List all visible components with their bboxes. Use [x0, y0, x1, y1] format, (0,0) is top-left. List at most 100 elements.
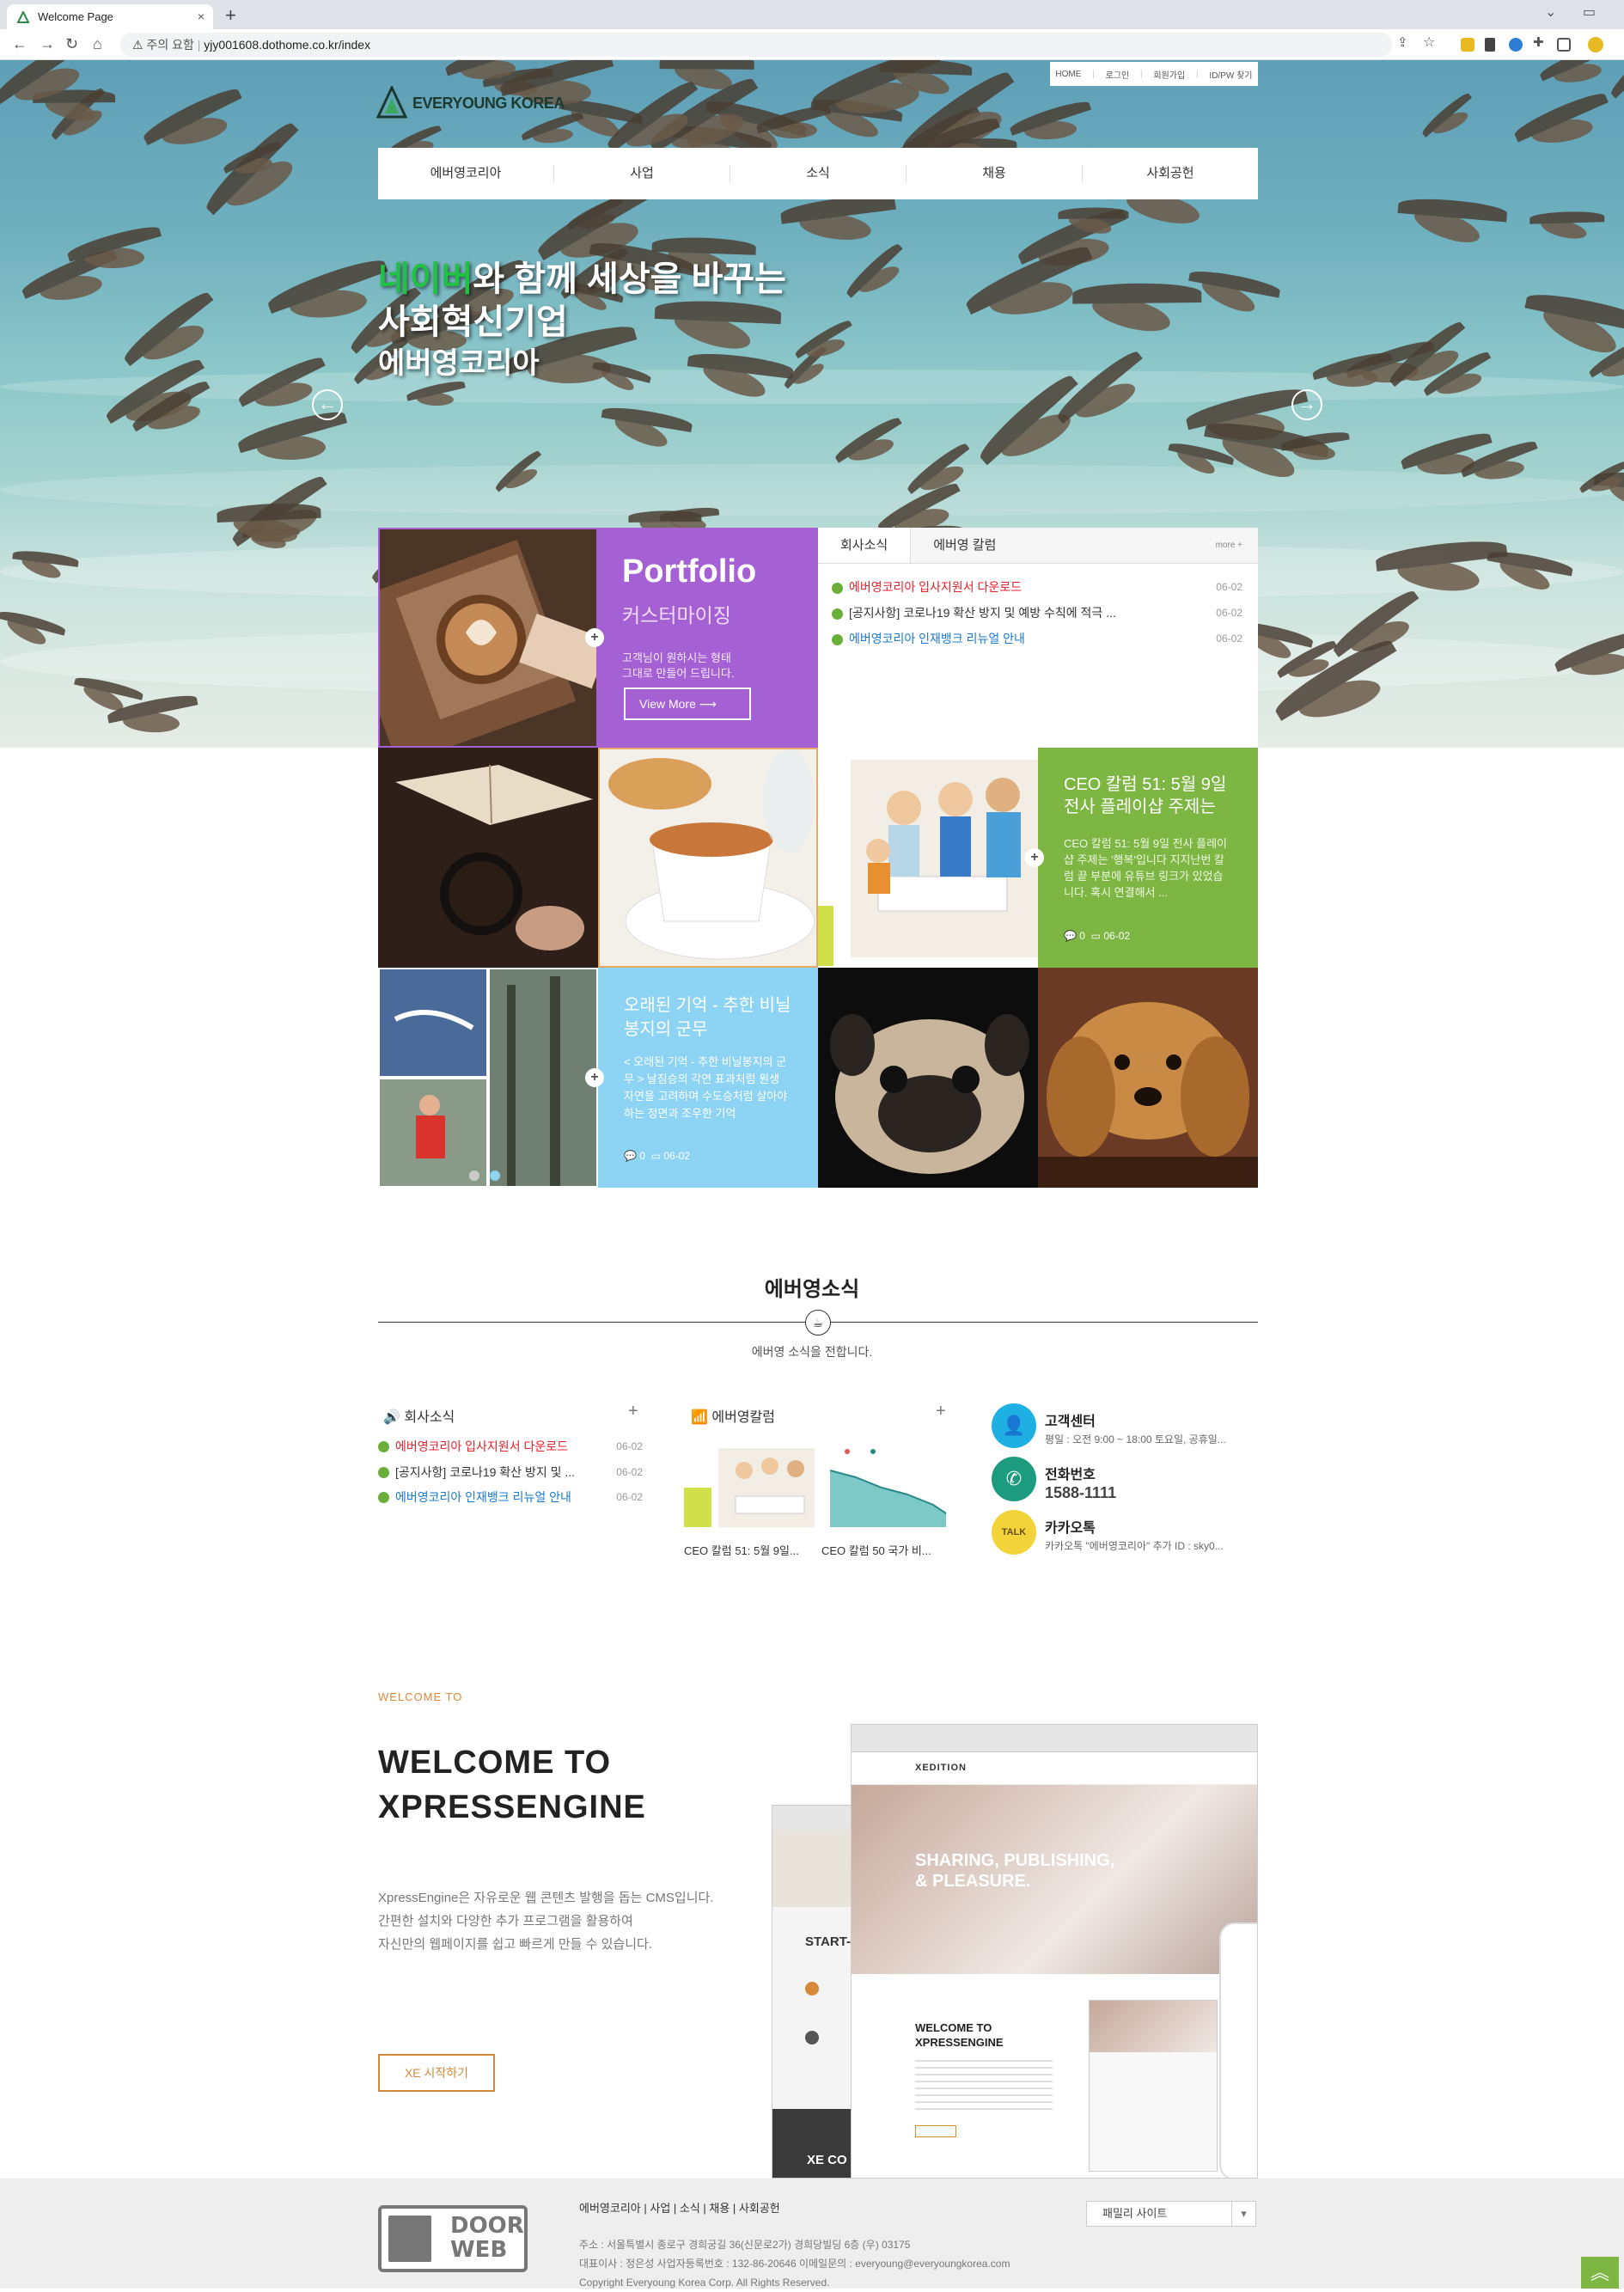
slogan-line2: 사회혁신기업	[378, 303, 568, 341]
comment-icon: 💬	[624, 1150, 637, 1162]
doorweb-logo[interactable]: DOOR WEB	[378, 2205, 528, 2272]
sidebar-icon[interactable]	[1557, 38, 1571, 52]
minimize-icon[interactable]: ⌄	[1545, 3, 1556, 21]
welcome-tag: WELCOME TO	[378, 1690, 463, 1703]
slider-next-button[interactable]: →	[1291, 389, 1322, 420]
extension-icon[interactable]	[1461, 38, 1474, 52]
logo-text: EVERYOUNG KOREA	[412, 94, 565, 112]
more-link[interactable]: more +	[1216, 528, 1258, 563]
nav-item-social[interactable]: 사회공헌	[1083, 165, 1258, 182]
browser-tab[interactable]: Welcome Page ×	[7, 4, 213, 29]
security-label: 주의 요함	[146, 38, 194, 52]
address-bar-row: ← → ↻ ⌂ ⚠ 주의 요함 | yjy001608.dothome.co.k…	[0, 29, 1624, 60]
restore-icon[interactable]: ▭	[1583, 3, 1596, 21]
ceo-column-card[interactable]: CEO 칼럼 51: 5월 9일 전사 플레이샵 주제는 CEO 칼럼 51: …	[1038, 748, 1258, 968]
news-item[interactable]: 에버영코리아 입사지원서 다운로드 06-02	[818, 574, 1258, 600]
section-title: 에버영소식	[764, 1278, 860, 1301]
tab-company-news[interactable]: 회사소식	[818, 528, 912, 563]
utility-links: HOME | 로그인 | 회원가입 | ID/PW 찾기	[1050, 62, 1258, 86]
spaniel-image[interactable]	[1038, 968, 1258, 1188]
column-thumbnail-2[interactable]	[821, 1445, 952, 1527]
list-item[interactable]: [공지사항] 코로나19 확산 방지 및 ... 06-02	[378, 1460, 643, 1484]
share-icon[interactable]: ⇪	[1397, 34, 1411, 50]
portfolio-card[interactable]: Portfolio 커스터마이징 고객님이 원하시는 형태 그대로 만들어 드립니…	[598, 528, 818, 748]
column-more-button[interactable]: +	[936, 1402, 946, 1421]
site-logo[interactable]: EVERYOUNG KOREA	[376, 84, 565, 122]
croissant-cappuccino-image[interactable]	[598, 748, 818, 968]
expand-plus-icon[interactable]: +	[585, 628, 604, 647]
hero-slogan: 네이버와 함께 세상을 바꾸는 사회혁신기업 에버영코리아	[378, 258, 786, 383]
forward-icon[interactable]: →	[40, 35, 55, 53]
column-heading: 📶 에버영칼럼	[691, 1410, 775, 1425]
memory-post-card[interactable]: 오래된 기억 - 추한 비닐봉지의 군무 < 오래된 기억 - 추한 비닐봉지의…	[598, 968, 818, 1188]
memory-card-title: 오래된 기억 - 추한 비닐봉지의 군무	[624, 996, 791, 1039]
home-icon[interactable]: ⌂	[93, 35, 102, 53]
kakao-title: 카카오톡	[1045, 1521, 1096, 1536]
puzzle-extensions-icon[interactable]: ✚	[1533, 34, 1547, 50]
pug-image[interactable]	[818, 968, 1038, 1188]
portfolio-desc-2: 그대로 만들어 드립니다.	[622, 667, 735, 680]
section-subtitle: 에버영 소식을 전합니다.	[751, 1345, 873, 1359]
phone-icon: ✆	[992, 1457, 1036, 1501]
phone-number: 1588-1111	[1045, 1484, 1117, 1501]
url-text: yjy001608.dothome.co.kr/index	[204, 38, 371, 52]
back-icon[interactable]: ←	[12, 35, 27, 53]
news-tabs-box: 회사소식 에버영 칼럼 more + 에버영코리아 입사지원서 다운로드 06-0…	[818, 528, 1258, 748]
family-dinner-illustration[interactable]	[818, 748, 1038, 968]
login-link[interactable]: 로그인	[1106, 68, 1130, 81]
xe-start-button[interactable]: XE 시작하기	[378, 2054, 495, 2092]
tab-title: Welcome Page	[38, 10, 113, 23]
list-item[interactable]: 에버영코리아 입사지원서 다운로드 06-02	[378, 1434, 643, 1458]
main-navigation: 에버영코리아 사업 소식 채용 사회공헌	[378, 148, 1258, 199]
home-link[interactable]: HOME	[1055, 70, 1081, 79]
column-thumbnail-1[interactable]	[684, 1445, 815, 1527]
slogan-line1: 와 함께 세상을 바꾸는	[473, 260, 786, 298]
expand-plus-icon[interactable]: +	[1025, 848, 1044, 867]
column-caption-2[interactable]: CEO 칼럼 50 국가 비...	[821, 1542, 952, 1558]
nav-item-everyoung[interactable]: 에버영코리아	[378, 165, 554, 182]
calendar-icon: ▭	[1090, 930, 1101, 942]
signup-link[interactable]: 회원가입	[1153, 68, 1185, 81]
slider-prev-button[interactable]: ←	[312, 389, 343, 420]
slogan-naver: 네이버	[378, 260, 473, 298]
latte-art-image[interactable]	[378, 528, 598, 748]
column-caption-1[interactable]: CEO 칼럼 51: 5월 9일...	[684, 1542, 815, 1558]
news-item[interactable]: [공지사항] 코로나19 확산 방지 및 예방 수칙에 적극 ... 06-02	[818, 600, 1258, 626]
scroll-to-top-button[interactable]: ︽	[1581, 2257, 1619, 2289]
book-coffee-image[interactable]	[378, 748, 598, 968]
mockup-tablet: START- XE CO	[772, 1805, 858, 2179]
nav-item-news[interactable]: 소식	[730, 165, 907, 182]
mockup-desktop: XEDITION SHARING, PUBLISHING, & PLEASURE.…	[851, 1724, 1258, 2179]
expand-plus-icon[interactable]: +	[585, 1068, 604, 1087]
new-tab-button[interactable]: +	[225, 4, 236, 27]
customer-center-hours: 평일 : 오전 9:00 ~ 18:00 토요일, 공휴일...	[1045, 1433, 1226, 1445]
vpn-extension-icon[interactable]	[1509, 38, 1523, 52]
list-item[interactable]: 에버영코리아 인재뱅크 리뉴얼 안내 06-02	[378, 1485, 643, 1509]
memory-card-desc: < 오래된 기억 - 추한 비닐봉지의 군무 > 날짐승의 각연 표과처럼 원생…	[624, 1055, 788, 1120]
chevron-down-icon: ▾	[1231, 2202, 1255, 2226]
family-site-select[interactable]: 패밀리 사이트 ▾	[1086, 2201, 1256, 2227]
nav-item-recruit[interactable]: 채용	[907, 165, 1083, 182]
logo-mark-icon	[376, 86, 407, 119]
reload-icon[interactable]: ↻	[65, 35, 78, 53]
profile-avatar[interactable]	[1588, 37, 1603, 52]
find-account-link[interactable]: ID/PW 찾기	[1209, 68, 1252, 81]
nav-item-business[interactable]: 사업	[554, 165, 730, 182]
url-input[interactable]: ⚠ 주의 요함 | yjy001608.dothome.co.kr/index	[120, 33, 1392, 57]
company-news-more-button[interactable]: +	[628, 1402, 638, 1421]
footer-nav[interactable]: 에버영코리아 | 사업 | 소식 | 채용 | 사회공헌	[579, 2199, 780, 2216]
ceo-card-title: CEO 칼럼 51: 5월 9일 전사 플레이샵 주제는	[1064, 775, 1227, 816]
customer-center-title: 고객센터	[1045, 1415, 1096, 1429]
customer-service-icon: 👤	[992, 1403, 1036, 1448]
welcome-description: XpressEngine은 자유로운 웹 콘텐츠 발행을 돕는 CMS입니다. 간…	[378, 1891, 714, 1952]
photo-collage[interactable]	[378, 968, 598, 1188]
bookmark-star-icon[interactable]: ☆	[1423, 34, 1437, 50]
close-tab-icon[interactable]: ×	[198, 4, 205, 29]
tab-column[interactable]: 에버영 칼럼	[911, 528, 1018, 563]
flag-extension-icon[interactable]	[1485, 38, 1495, 52]
news-item[interactable]: 에버영코리아 인재뱅크 리뉴얼 안내 06-02	[818, 626, 1258, 651]
calendar-icon: ▭	[650, 1150, 661, 1162]
view-more-button[interactable]: View More ⟶	[624, 688, 751, 720]
portfolio-title: Portfolio	[622, 553, 757, 590]
welcome-title: WELCOME TO XPRESSENGINE	[378, 1745, 646, 1825]
